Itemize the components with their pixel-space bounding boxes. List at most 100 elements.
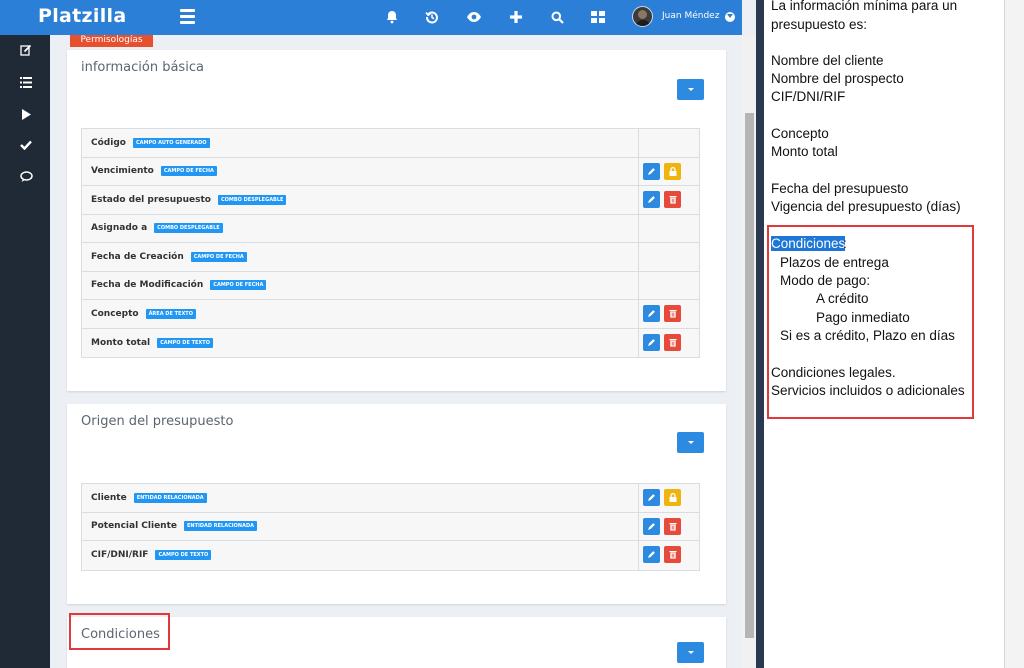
bell-icon[interactable] xyxy=(384,9,400,25)
field-row: Monto total CAMPO DE TEXTO xyxy=(82,328,699,357)
row-actions xyxy=(643,162,681,180)
lock-button[interactable] xyxy=(664,489,681,506)
edit-icon[interactable] xyxy=(19,43,33,57)
highlight-box xyxy=(69,613,170,650)
app-logo[interactable]: Platzilla xyxy=(38,5,126,27)
field-type-badge: CAMPO DE TEXTO xyxy=(155,550,212,561)
doc-line: La información mínima para un xyxy=(771,0,958,13)
field-cell: Estado del presupuesto COMBO DESPLEGABLE xyxy=(82,186,639,214)
field-cell: Monto total CAMPO DE TEXTO xyxy=(82,328,639,357)
field-type-badge: CAMPO DE FECHA xyxy=(190,251,247,262)
delete-icon xyxy=(669,522,676,531)
section-title: Origen del presupuesto xyxy=(81,414,234,429)
field-name: Fecha de Modificación xyxy=(91,280,204,291)
section-dropdown-button[interactable] xyxy=(677,79,704,100)
field-name: Potencial Cliente xyxy=(91,521,177,532)
eye-icon[interactable] xyxy=(466,9,482,25)
doc-line: A crédito xyxy=(816,291,869,306)
search-icon[interactable] xyxy=(549,9,565,25)
plus-icon[interactable] xyxy=(508,9,524,25)
section-title: información básica xyxy=(81,60,204,75)
edit-button[interactable] xyxy=(643,333,660,351)
field-cell: Potencial Cliente ENTIDAD RELACIONADA xyxy=(82,512,639,540)
main-content: Permisologías información básica Código C… xyxy=(50,35,742,668)
field-row: Asignado a COMBO DESPLEGABLE xyxy=(82,214,699,243)
grid-icon[interactable] xyxy=(590,9,606,25)
edit-icon xyxy=(648,310,655,317)
field-row: Código CAMPO AUTO GENERADO xyxy=(82,129,699,158)
edit-button[interactable] xyxy=(643,162,660,180)
user-name[interactable]: Juan Méndez xyxy=(662,11,719,21)
edit-icon xyxy=(648,338,655,346)
edit-button[interactable] xyxy=(643,191,660,208)
field-cell: Concepto ÁREA DE TEXTO xyxy=(82,300,639,328)
field-name: Vencimiento xyxy=(91,166,154,177)
delete-button[interactable] xyxy=(664,546,681,563)
doc-line: Concepto xyxy=(771,126,829,141)
delete-icon xyxy=(669,310,676,318)
field-row: Vencimiento CAMPO DE FECHA xyxy=(82,157,699,186)
edit-button[interactable] xyxy=(643,517,660,535)
field-row: Potencial Cliente ENTIDAD RELACIONADA xyxy=(82,512,699,541)
field-type-badge: CAMPO DE TEXTO xyxy=(157,337,213,348)
field-row: Fecha de Creación CAMPO DE FECHA xyxy=(82,243,699,272)
row-actions xyxy=(643,517,681,535)
row-actions xyxy=(643,489,681,506)
chat-icon[interactable] xyxy=(19,170,33,184)
edit-button[interactable] xyxy=(643,546,660,563)
doc-line-selected[interactable]: Condiciones xyxy=(771,236,846,251)
doc-line: Pago inmediato xyxy=(816,310,910,325)
play-icon[interactable] xyxy=(19,107,33,121)
field-type-badge: COMBO DESPLEGABLE xyxy=(217,194,287,205)
main-scrollbar[interactable] xyxy=(742,35,756,668)
field-row: Fecha de Modificación CAMPO DE FECHA xyxy=(82,271,699,300)
row-actions xyxy=(643,546,681,563)
section-dropdown-button[interactable] xyxy=(677,642,704,663)
doc-line: Si es a crédito, Plazo en días xyxy=(780,328,955,343)
field-row: CIF/DNI/RIF CAMPO DE TEXTO xyxy=(82,541,699,570)
fields-table: Cliente ENTIDAD RELACIONADA Potencial Clie… xyxy=(81,483,700,571)
delete-button[interactable] xyxy=(664,305,681,322)
section-dropdown-button[interactable] xyxy=(677,432,704,453)
field-type-badge: CAMPO AUTO GENERADO xyxy=(132,137,210,148)
delete-icon xyxy=(669,551,676,559)
doc-line: Nombre del prospecto xyxy=(771,71,904,86)
menu-icon[interactable] xyxy=(180,9,195,24)
top-navbar: Platzilla Juan Méndez xyxy=(0,0,742,35)
doc-line: : xyxy=(843,236,847,251)
field-type-badge: ÁREA DE TEXTO xyxy=(145,308,196,319)
doc-line: Nombre del cliente xyxy=(771,53,884,68)
edit-icon xyxy=(648,196,655,203)
doc-line: Plazos de entrega xyxy=(780,255,889,270)
field-row: Estado del presupuesto COMBO DESPLEGABLE xyxy=(82,186,699,215)
section-basic-info: información básica Código CAMPO AUTO GENE… xyxy=(67,50,726,391)
doc-line: presupuesto es: xyxy=(771,17,868,32)
user-menu-caret-icon[interactable] xyxy=(725,12,735,22)
edit-icon xyxy=(648,167,655,175)
permissions-tab[interactable]: Permisologías xyxy=(70,35,153,47)
field-type-badge: ENTIDAD RELACIONADA xyxy=(133,492,207,503)
field-name: Cliente xyxy=(91,492,127,503)
delete-icon xyxy=(669,338,676,347)
list-icon[interactable] xyxy=(19,75,33,89)
history-icon[interactable] xyxy=(424,9,440,25)
delete-button[interactable] xyxy=(664,517,681,535)
edit-button[interactable] xyxy=(643,305,660,322)
lock-button[interactable] xyxy=(664,162,681,180)
field-cell: CIF/DNI/RIF CAMPO DE TEXTO xyxy=(82,541,639,570)
field-cell: Código CAMPO AUTO GENERADO xyxy=(82,129,639,157)
field-type-badge: CAMPO DE FECHA xyxy=(210,280,267,291)
delete-button[interactable] xyxy=(664,333,681,351)
row-actions xyxy=(643,305,681,322)
scrollbar-thumb[interactable] xyxy=(745,113,754,638)
edit-icon xyxy=(648,551,655,558)
field-name: Concepto xyxy=(91,308,139,319)
field-name: Estado del presupuesto xyxy=(91,194,211,205)
user-avatar[interactable] xyxy=(632,6,653,27)
field-row: Concepto ÁREA DE TEXTO xyxy=(82,300,699,329)
doc-line: Monto total xyxy=(771,144,838,159)
delete-button[interactable] xyxy=(664,191,681,208)
field-cell: Fecha de Creación CAMPO DE FECHA xyxy=(82,243,639,271)
check-icon[interactable] xyxy=(19,138,33,152)
edit-button[interactable] xyxy=(643,489,660,506)
